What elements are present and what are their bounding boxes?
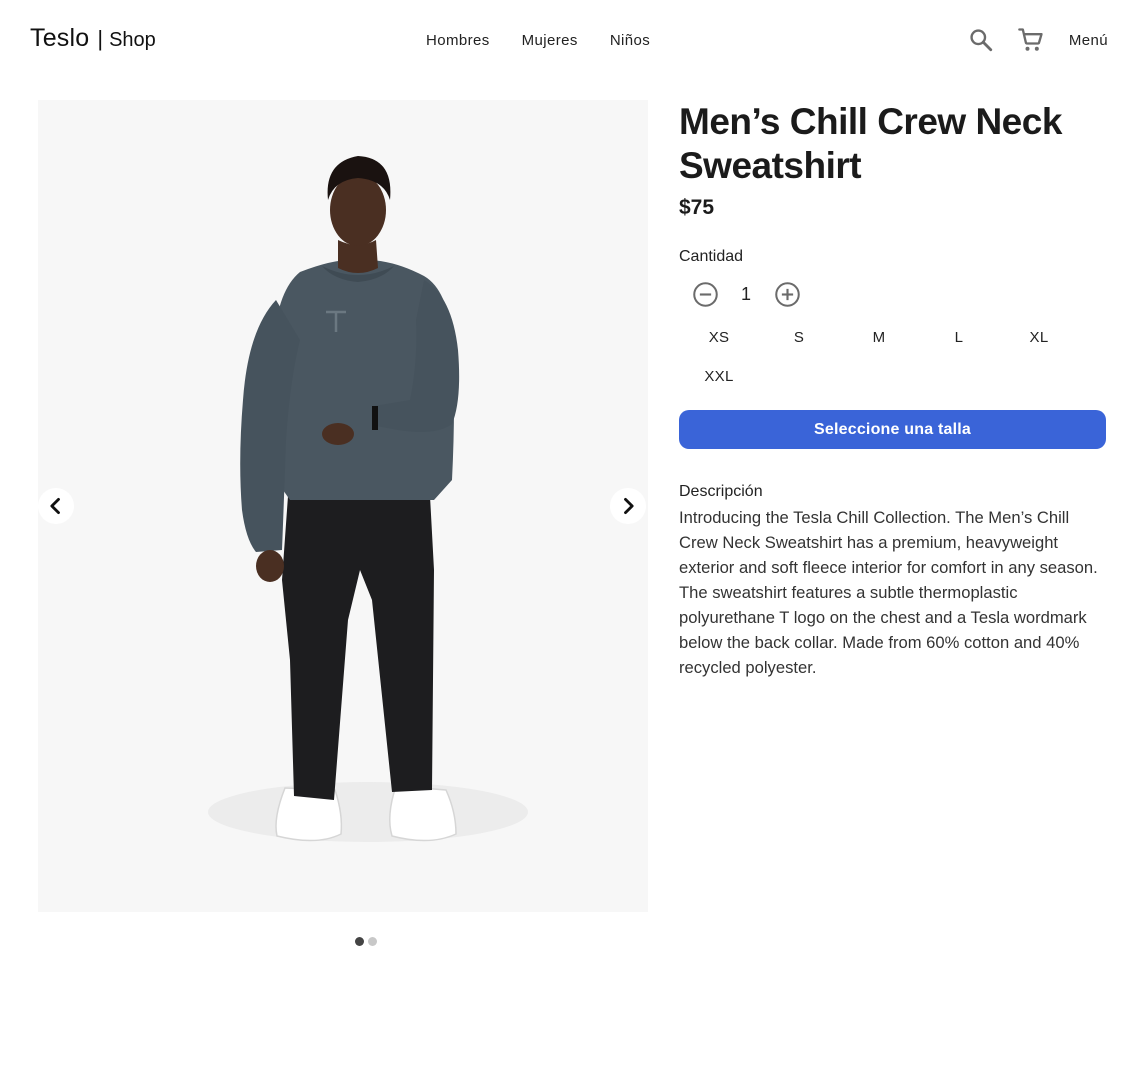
size-option-xxl[interactable]: XXL [679,359,759,398]
brand-logo-link[interactable]: Teslo | Shop [30,24,156,53]
category-nav: Hombres Mujeres Niños [414,30,662,51]
cart-icon [1018,28,1043,51]
product-image-slider[interactable] [38,100,648,912]
quantity-label: Cantidad [679,248,744,265]
product-photo [208,156,528,842]
increase-quantity-button[interactable] [769,276,805,312]
size-option-m[interactable]: M [839,320,919,359]
minus-circle-icon [692,281,718,307]
nav-link-ninos[interactable]: Niños [598,30,662,51]
size-selector: XS S M L XL XXL [679,320,1079,398]
product-details: Men’s Chill Crew Neck Sweatshirt $75 Can… [679,100,1109,680]
quantity-stepper: 1 [679,276,1109,312]
brand-name: Teslo [30,24,90,52]
size-option-l[interactable]: L [919,320,999,359]
quantity-value: 1 [740,283,751,304]
slider-pagination [355,937,377,946]
size-option-s[interactable]: S [759,320,839,359]
chevron-right-icon [624,497,634,515]
search-button[interactable] [961,24,1001,56]
nav-link-mujeres[interactable]: Mujeres [510,30,590,51]
slider-dot-2[interactable] [368,937,377,946]
product-title: Men’s Chill Crew Neck Sweatshirt [679,101,1062,186]
search-icon [970,29,993,52]
slider-dot-1[interactable] [355,937,364,946]
size-option-xs[interactable]: XS [679,320,759,359]
header-actions: Menú [951,24,1108,56]
menu-button[interactable]: Menú [1069,32,1108,49]
size-option-xl[interactable]: XL [999,320,1079,359]
chevron-left-icon [50,497,60,515]
nav-link-hombres[interactable]: Hombres [414,30,502,51]
brand-sub: Shop [109,29,156,51]
top-navbar: Teslo | Shop Hombres Mujeres Niños Menú [0,0,1144,80]
description-label: Descripción [679,483,763,500]
cart-button[interactable] [1011,24,1051,56]
product-price: $75 [679,196,715,219]
product-description: Introducing the Tesla Chill Collection. … [679,508,1098,677]
select-size-button[interactable]: Seleccione una talla [679,410,1106,449]
decrease-quantity-button[interactable] [687,276,723,312]
plus-circle-icon [774,281,800,307]
previous-slide-button[interactable] [38,488,74,524]
next-slide-button[interactable] [610,488,646,524]
brand-separator: | [97,26,104,51]
